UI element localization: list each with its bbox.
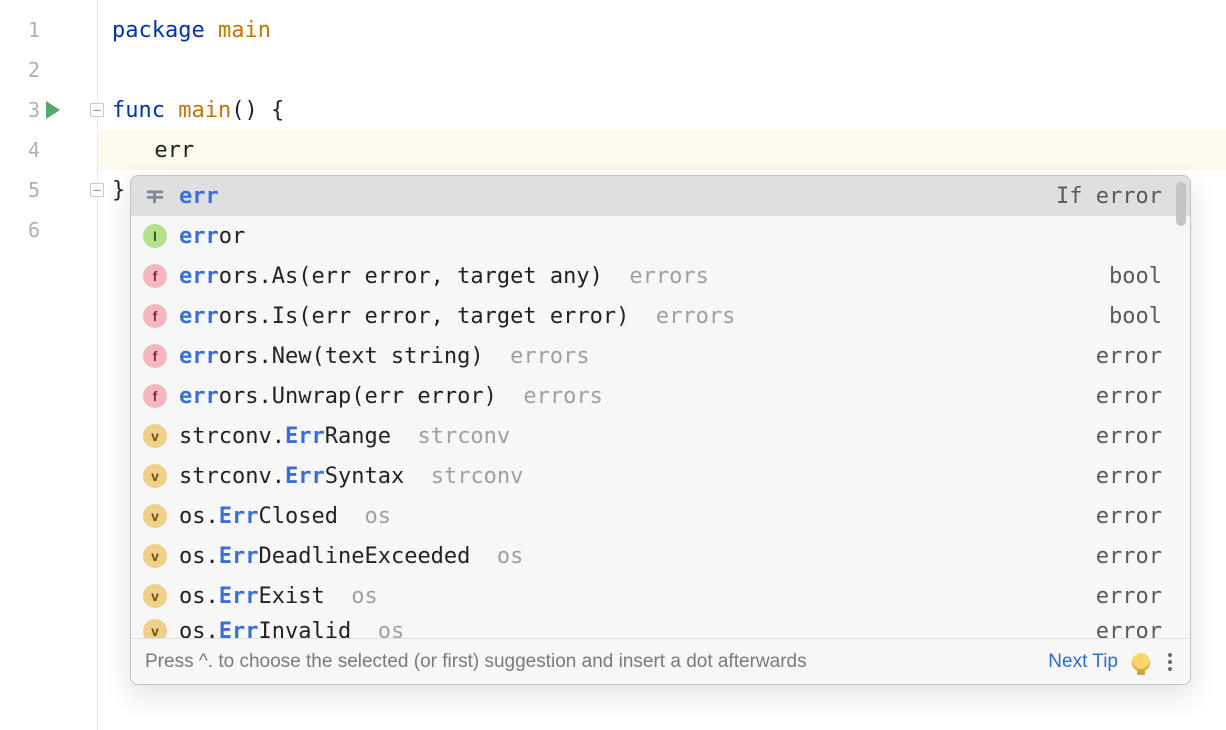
completion-label: errors.New(text string) errors <box>179 344 1084 369</box>
function-icon: f <box>143 384 167 408</box>
completion-type: error <box>1096 619 1162 638</box>
completion-item[interactable]: f errors.As(err error, target any) errors… <box>131 256 1190 296</box>
completion-label: errors.Unwrap(err error) errors <box>179 384 1084 409</box>
interface-icon: I <box>143 224 167 248</box>
gutter: 1 2 3 4 5 6 <box>0 0 98 730</box>
run-gutter-icon[interactable] <box>46 101 60 119</box>
typed-text: err <box>154 138 194 163</box>
completion-type: error <box>1096 424 1162 449</box>
variable-icon: v <box>143 504 167 528</box>
brace-close: } <box>112 178 125 203</box>
brace-open: { <box>271 98 284 123</box>
line-number: 6 <box>8 218 40 242</box>
completion-label: os.ErrInvalid os <box>179 619 1084 638</box>
bulb-icon[interactable] <box>1132 653 1150 671</box>
scrollbar-thumb[interactable] <box>1176 182 1186 226</box>
completion-item[interactable]: v os.ErrExist os error <box>131 576 1190 616</box>
code-line[interactable]: func main() { <box>112 90 1226 130</box>
completion-label: error <box>179 224 1150 249</box>
completion-type: error <box>1096 504 1162 529</box>
completion-label: errors.Is(err error, target error) error… <box>179 304 1097 329</box>
completion-item[interactable]: f errors.Is(err error, target error) erro… <box>131 296 1190 336</box>
func-parens: () <box>231 98 258 123</box>
footer-hint: Press ^. to choose the selected (or firs… <box>145 651 1034 673</box>
keyword-package: package <box>112 18 205 43</box>
completion-type: error <box>1096 544 1162 569</box>
completion-item[interactable]: v os.ErrClosed os error <box>131 496 1190 536</box>
completion-item[interactable]: f errors.Unwrap(err error) errors error <box>131 376 1190 416</box>
completion-item[interactable]: v os.ErrInvalid os error <box>131 616 1190 638</box>
variable-icon: v <box>143 464 167 488</box>
variable-icon: v <box>143 424 167 448</box>
gutter-row: 5 <box>0 170 97 210</box>
hint-prefix: Press <box>145 651 199 672</box>
completion-label: strconv.ErrSyntax strconv <box>179 464 1084 489</box>
completion-item[interactable]: Ierror <box>131 216 1190 256</box>
completion-type: error <box>1096 584 1162 609</box>
completion-item[interactable]: f errors.New(text string) errors error <box>131 336 1190 376</box>
variable-icon: v <box>143 544 167 568</box>
variable-icon: v <box>143 584 167 608</box>
gutter-row: 3 <box>0 90 97 130</box>
package-name: main <box>218 18 271 43</box>
completion-label: err <box>179 184 1044 209</box>
completion-label: errors.As(err error, target any) errors <box>179 264 1097 289</box>
line-number: 5 <box>8 178 40 202</box>
completion-type: bool <box>1109 264 1162 289</box>
function-icon: f <box>143 344 167 368</box>
code-line-current[interactable]: err <box>98 130 1226 170</box>
completion-type: error <box>1096 344 1162 369</box>
completion-item[interactable]: v strconv.ErrRange strconv error <box>131 416 1190 456</box>
line-number: 3 <box>8 98 40 122</box>
hint-rest: . to choose the selected (or first) sugg… <box>208 651 807 672</box>
code-line[interactable]: package main <box>112 10 1226 50</box>
more-menu-icon[interactable] <box>1164 651 1176 673</box>
completion-list[interactable]: errIf errorIerrorferrors.As(err error, t… <box>131 176 1190 638</box>
gutter-row: 2 <box>0 50 97 90</box>
completion-footer: Press ^. to choose the selected (or firs… <box>131 638 1190 684</box>
completion-type: error <box>1096 464 1162 489</box>
completion-popup[interactable]: errIf errorIerrorferrors.As(err error, t… <box>130 175 1191 685</box>
function-icon: f <box>143 264 167 288</box>
line-number: 2 <box>8 58 40 82</box>
gutter-row: 6 <box>0 210 97 250</box>
next-tip-link[interactable]: Next Tip <box>1048 651 1118 673</box>
code-editor[interactable]: 1 2 3 4 5 6 package main func main() { <box>0 0 1226 730</box>
completion-type: error <box>1096 384 1162 409</box>
gutter-row: 4 <box>0 130 97 170</box>
completion-type: bool <box>1109 304 1162 329</box>
function-icon: f <box>143 304 167 328</box>
completion-label: os.ErrExist os <box>179 584 1084 609</box>
line-number: 4 <box>8 138 40 162</box>
completion-label: strconv.ErrRange strconv <box>179 424 1084 449</box>
completion-item[interactable]: err If error <box>131 176 1190 216</box>
gutter-row: 1 <box>0 10 97 50</box>
completion-item[interactable]: v os.ErrDeadlineExceeded os error <box>131 536 1190 576</box>
func-name: main <box>178 98 231 123</box>
completion-type: If error <box>1056 184 1162 209</box>
live-template-icon <box>143 184 167 208</box>
hint-key: ^ <box>199 651 208 672</box>
variable-icon: v <box>143 619 167 638</box>
line-number: 1 <box>8 18 40 42</box>
code-line[interactable] <box>112 50 1226 90</box>
completion-item[interactable]: v strconv.ErrSyntax strconv error <box>131 456 1190 496</box>
completion-label: os.ErrDeadlineExceeded os <box>179 544 1084 569</box>
completion-label: os.ErrClosed os <box>179 504 1084 529</box>
keyword-func: func <box>112 98 165 123</box>
